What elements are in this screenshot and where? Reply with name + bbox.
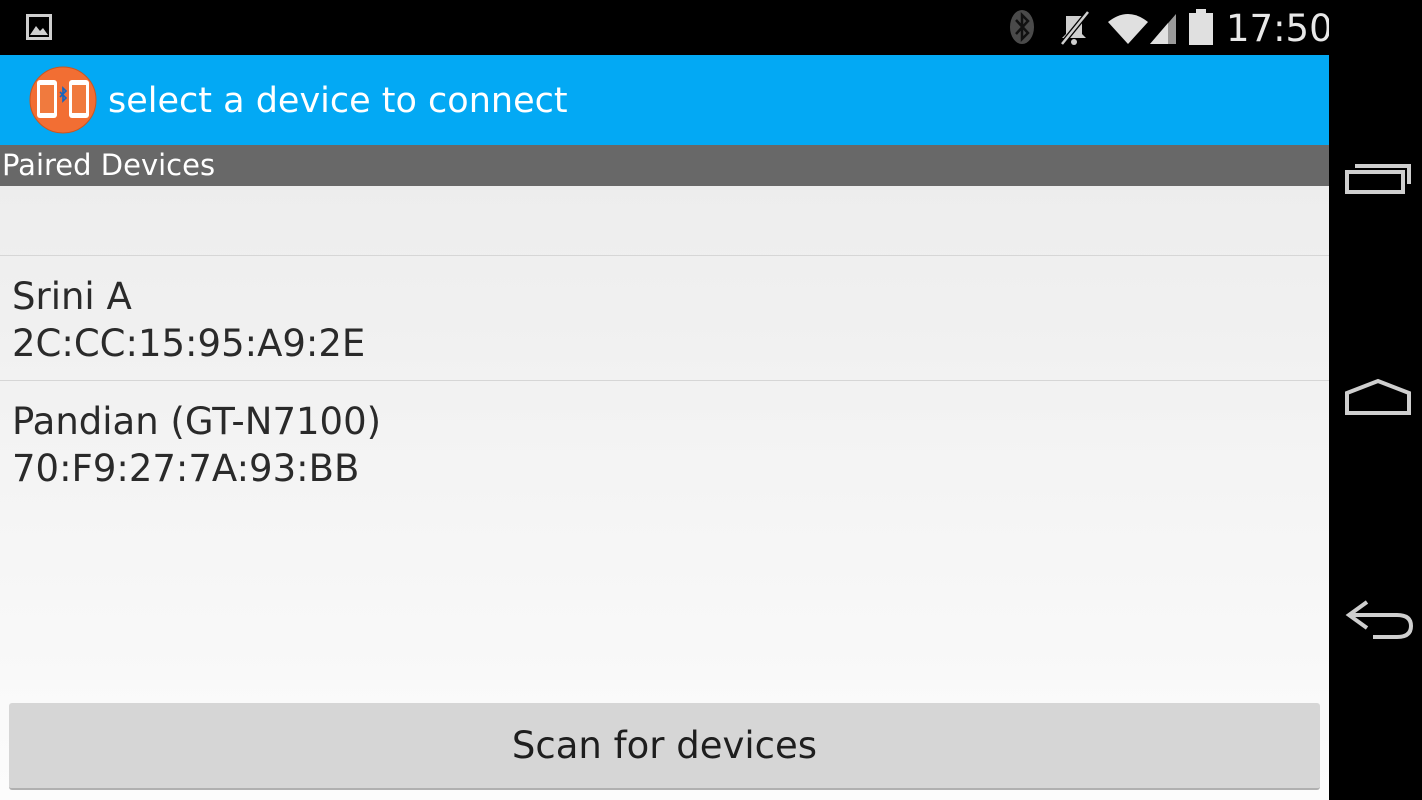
- device-name: Srini A: [12, 275, 132, 318]
- mute-icon: [1060, 10, 1090, 46]
- gallery-icon: [26, 14, 52, 40]
- status-bar: 17:50: [0, 0, 1333, 55]
- device-row-srini[interactable]: Srini A 2C:CC:15:95:A9:2E: [0, 256, 1329, 381]
- recent-apps-icon[interactable]: [1343, 158, 1413, 198]
- paired-devices-header: Paired Devices: [0, 145, 1329, 186]
- page-title: select a device to connect: [108, 81, 568, 121]
- back-icon[interactable]: [1343, 600, 1413, 640]
- bluetooth-icon: [1010, 10, 1034, 44]
- device-address: 2C:CC:15:95:A9:2E: [12, 322, 366, 365]
- device-row-pandian[interactable]: Pandian (GT-N7100) 70:F9:27:7A:93:BB: [0, 381, 1329, 505]
- device-address: 70:F9:27:7A:93:BB: [12, 447, 360, 490]
- home-icon[interactable]: [1343, 377, 1413, 417]
- device-list-area: Srini A 2C:CC:15:95:A9:2E Pandian (GT-N7…: [0, 186, 1329, 800]
- wifi-icon: [1108, 14, 1148, 44]
- scan-for-devices-button[interactable]: Scan for devices: [9, 703, 1320, 790]
- device-name: Pandian (GT-N7100): [12, 400, 382, 443]
- app-logo-icon[interactable]: [29, 66, 97, 134]
- empty-list-row: [0, 186, 1329, 256]
- navigation-bar: [1329, 0, 1422, 800]
- battery-icon: [1189, 9, 1213, 45]
- cell-signal-icon: [1150, 14, 1176, 44]
- action-bar: select a device to connect: [0, 55, 1329, 145]
- clock: 17:50: [1226, 7, 1333, 50]
